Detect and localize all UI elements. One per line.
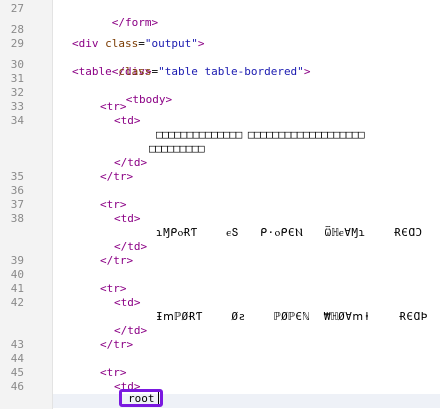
tag-end: > (197, 37, 205, 50)
code-line: ɿⱮᑭⲟɌƬ ⲉՏ ᑭ⋅ⲟᑭЄⲚ ѾℍⲉⱯⱮɿ ɌЄⱭϽ (53, 226, 440, 240)
code-line: <td> (53, 212, 440, 226)
line-number: 35 (10, 170, 24, 183)
td-close-tag: </td> (114, 324, 148, 337)
code-line: □□□□□□□□□ (53, 142, 440, 156)
line-number: 32 (10, 86, 24, 99)
code-editor[interactable]: 27 28 29 30 31 32 33 34 35 36 37 38 39 4… (0, 0, 440, 409)
code-line: </tr> (53, 254, 440, 268)
line-number: 46 (10, 380, 24, 393)
text-cursor (158, 392, 159, 404)
cell-text: □□□□□□□□□□□□□□ □□□□□□□□□□□□□□□□□□□ (156, 128, 365, 141)
tr-close-tag: </tr> (100, 170, 134, 183)
code-line: </form> (53, 2, 440, 29)
line-number: 39 (10, 254, 24, 267)
code-line: </tr> (53, 170, 440, 184)
attr-name: class (105, 37, 139, 50)
code-line: </td> (53, 324, 440, 338)
line-number: 45 (10, 366, 24, 379)
form-close-tag: </form> (111, 16, 159, 29)
td-close-tag: </td> (114, 240, 148, 253)
code-line: <td> (53, 296, 440, 310)
code-area[interactable]: </form> <div class="output"> </div> <tab… (53, 0, 440, 409)
line-number: 31 (10, 72, 24, 85)
td-close-tag: </td> (114, 156, 148, 169)
code-line: <div class="output"> (53, 37, 440, 51)
code-line: <tr> (53, 366, 440, 380)
current-line-highlight (53, 394, 440, 408)
cell-text: ƗⅿℙØɌƬ Øƨ ℙØℙЄℕ ₩ℍØⱯⅿⱡ ɌЄⱭϷ (156, 310, 428, 323)
line-number: 38 (10, 212, 24, 225)
tr-open-tag: <tr> (100, 282, 127, 295)
line-number-gutter: 27 28 29 30 31 32 33 34 35 36 37 38 39 4… (0, 0, 53, 409)
line-number: 27 (10, 2, 24, 15)
code-line: </td> (53, 240, 440, 254)
code-line: <tbody> (53, 79, 440, 106)
code-line: </tr> (53, 338, 440, 352)
code-line: <tr> (53, 100, 440, 114)
line-number: 41 (10, 282, 24, 295)
code-line: <td> (53, 114, 440, 128)
attr-value: "output" (144, 37, 198, 50)
td-open-tag: <td> (114, 296, 141, 309)
cell-text-root[interactable]: root (128, 393, 155, 405)
line-number: 34 (10, 114, 24, 127)
div-open-tag: <div (72, 37, 106, 50)
code-line: <td> (53, 380, 440, 394)
attr-value: "table table-bordered" (158, 65, 304, 78)
line-number: 29 (10, 37, 24, 50)
line-number: 44 (10, 352, 24, 365)
cell-text: □□□□□□□□□ (149, 142, 205, 155)
tr-open-tag: <tr> (100, 366, 127, 379)
tr-open-tag: <tr> (100, 198, 127, 211)
code-line: ƗⅿℙØɌƬ Øƨ ℙØℙЄℕ ₩ℍØⱯⅿⱡ ɌЄⱭϷ (53, 310, 440, 324)
equals-sign: = (138, 37, 145, 50)
line-number: 43 (10, 338, 24, 351)
td-open-tag: <td> (114, 212, 141, 225)
code-line: </td> (53, 156, 440, 170)
table-open-tag: <table (72, 65, 119, 78)
code-line: <table class="table table-bordered"> (53, 65, 440, 79)
line-number: 28 (10, 23, 24, 36)
tr-close-tag: </tr> (100, 254, 134, 267)
tr-close-tag: </tr> (100, 338, 134, 351)
line-number: 36 (10, 184, 24, 197)
line-number: 30 (10, 58, 24, 71)
line-number: 37 (10, 198, 24, 211)
code-line: </div> (53, 51, 440, 78)
code-line: <tr> (53, 198, 440, 212)
tag-end: > (303, 65, 311, 78)
code-line: <tr> (53, 282, 440, 296)
tr-open-tag: <tr> (100, 100, 127, 113)
line-number: 40 (10, 268, 24, 281)
cell-text: ɿⱮᑭⲟɌƬ ⲉՏ ᑭ⋅ⲟᑭЄⲚ ѾℍⲉⱯⱮɿ ɌЄⱭϽ (156, 226, 423, 239)
attr-name: class (118, 65, 152, 78)
code-line: □□□□□□□□□□□□□□ □□□□□□□□□□□□□□□□□□□ (53, 128, 440, 142)
td-open-tag: <td> (114, 114, 141, 127)
line-number: 33 (10, 100, 24, 113)
line-number: 42 (10, 296, 24, 309)
